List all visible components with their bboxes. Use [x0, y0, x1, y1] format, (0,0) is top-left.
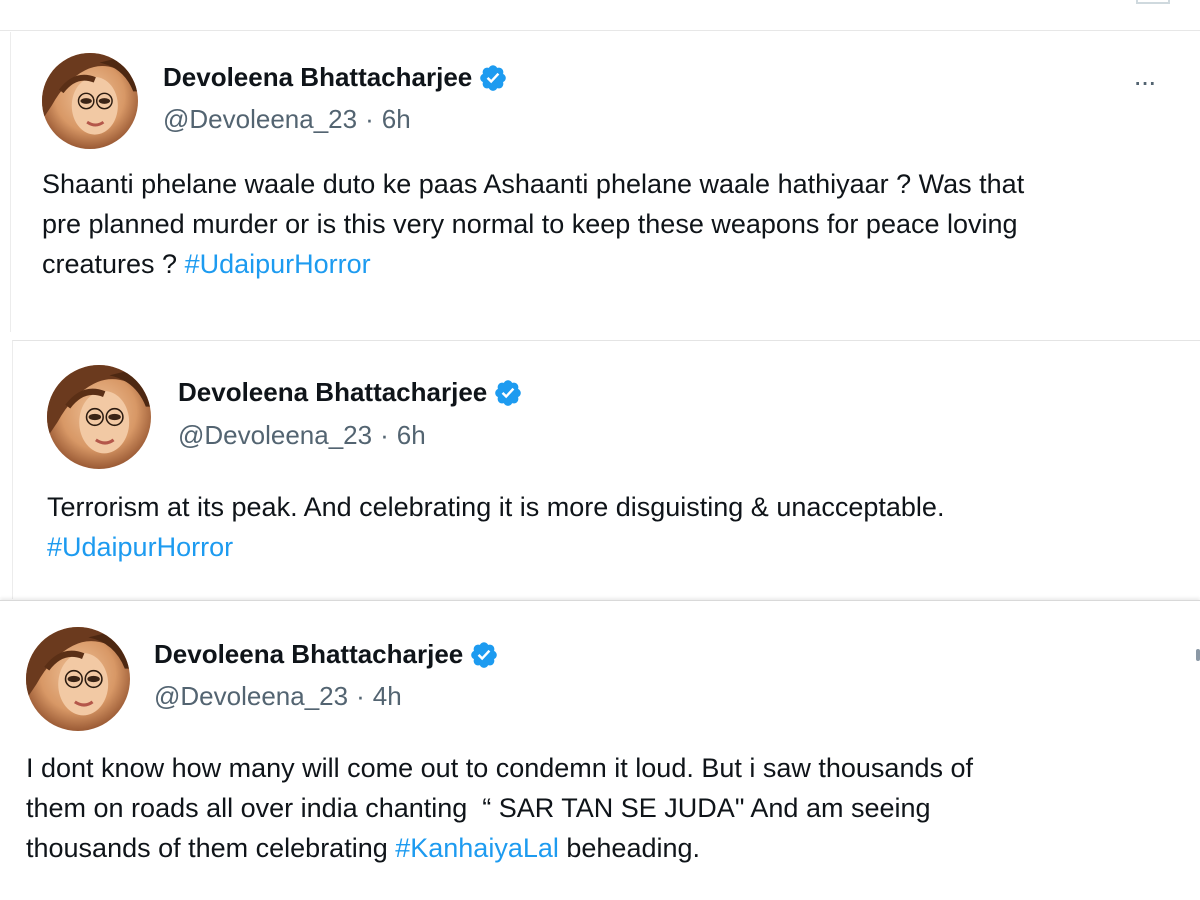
display-name[interactable]: Devoleena Bhattacharjee [154, 639, 499, 670]
cropped-more-options-icon[interactable] [1196, 649, 1200, 661]
user-handle[interactable]: @Devoleena_23 [154, 681, 348, 711]
tweet-card-3[interactable]: Devoleena Bhattacharjee @Devoleena_23 · 4h… [0, 600, 1200, 900]
user-handle[interactable]: @Devoleena_23 [178, 420, 372, 450]
previous-tweet-edge [0, 0, 1200, 31]
meta-separator: · [365, 104, 374, 134]
tweet-text-line: thousands of them celebrating #KanhaiyaL… [26, 828, 1186, 868]
hashtag-link[interactable]: #UdaipurHorror [47, 532, 233, 562]
avatar-image [26, 627, 130, 731]
verified-badge-icon [493, 378, 523, 408]
tweet-meta: @Devoleena_23 · 4h [154, 681, 402, 712]
more-options-icon[interactable]: ··· [1133, 68, 1157, 96]
avatar[interactable] [47, 365, 151, 469]
tweet-text-line: I dont know how many will come out to co… [26, 753, 974, 783]
tweet-text: I dont know how many will come out to co… [26, 748, 1186, 868]
tweet-text-fragment: creatures ? [42, 249, 185, 279]
meta-separator: · [380, 420, 389, 450]
tweet-card-1[interactable]: Devoleena Bhattacharjee @Devoleena_23 · 6h… [10, 32, 1200, 332]
verified-badge-icon [469, 640, 499, 670]
avatar-image [47, 365, 151, 469]
avatar[interactable] [42, 53, 138, 149]
avatar-image [42, 53, 138, 149]
display-name-text[interactable]: Devoleena Bhattacharjee [178, 377, 487, 408]
tweet-time[interactable]: 6h [397, 420, 426, 450]
meta-separator: · [356, 681, 365, 711]
display-name[interactable]: Devoleena Bhattacharjee [163, 62, 508, 93]
display-name-text[interactable]: Devoleena Bhattacharjee [154, 639, 463, 670]
user-handle[interactable]: @Devoleena_23 [163, 104, 357, 134]
tweet-text-line: pre planned murder or is this very norma… [42, 209, 1018, 239]
display-name[interactable]: Devoleena Bhattacharjee [178, 377, 523, 408]
tweet-meta: @Devoleena_23 · 6h [163, 104, 411, 135]
tweet-meta: @Devoleena_23 · 6h [178, 420, 426, 451]
tweet-text-fragment: beheading. [558, 833, 701, 863]
hashtag-link[interactable]: #UdaipurHorror [185, 249, 371, 279]
cropped-icon-fragment [1136, 0, 1170, 4]
tweet-screenshot-canvas: Devoleena Bhattacharjee @Devoleena_23 · 6h… [0, 0, 1200, 900]
tweet-text: Terrorism at its peak. And celebrating i… [47, 487, 1187, 567]
tweet-text-line: them on roads all over india chanting “ … [26, 793, 931, 823]
avatar[interactable] [26, 627, 130, 731]
tweet-text: Shaanti phelane waale duto ke paas Ashaa… [42, 164, 1182, 284]
tweet-card-2[interactable]: Devoleena Bhattacharjee @Devoleena_23 · 6h… [12, 340, 1200, 599]
tweet-text-line: #UdaipurHorror [47, 527, 1187, 567]
tweet-time[interactable]: 4h [373, 681, 402, 711]
tweet-text-line: Shaanti phelane waale duto ke paas Ashaa… [42, 169, 1025, 199]
tweet-time[interactable]: 6h [382, 104, 411, 134]
tweet-text-fragment: thousands of them celebrating [26, 833, 396, 863]
tweet-text-line: Terrorism at its peak. And celebrating i… [47, 492, 945, 522]
verified-badge-icon [478, 63, 508, 93]
display-name-text[interactable]: Devoleena Bhattacharjee [163, 62, 472, 93]
hashtag-link[interactable]: #KanhaiyaLal [395, 833, 559, 863]
tweet-text-line: creatures ? #UdaipurHorror [42, 244, 1182, 284]
